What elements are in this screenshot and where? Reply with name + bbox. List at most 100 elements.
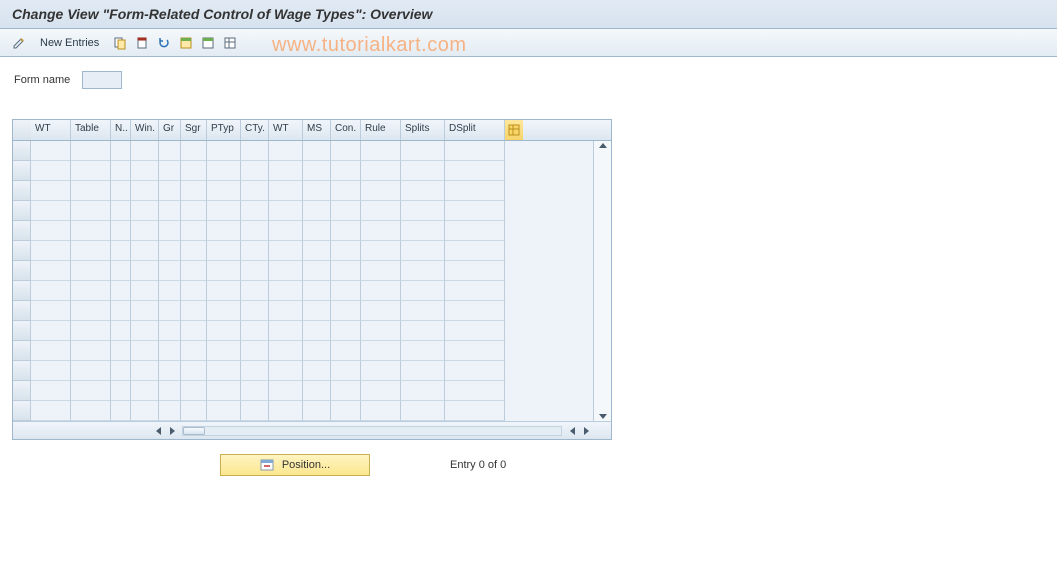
row-selector[interactable] [13,181,31,201]
cell[interactable] [31,181,71,201]
cell[interactable] [31,361,71,381]
cell[interactable] [131,161,159,181]
table-row[interactable] [13,141,593,161]
col-header-ptyp[interactable]: PTyp [207,120,241,140]
cell[interactable] [303,201,331,221]
copy-icon[interactable] [111,34,129,52]
cell[interactable] [445,181,505,201]
row-selector[interactable] [13,361,31,381]
cell[interactable] [269,221,303,241]
cell[interactable] [31,261,71,281]
cell[interactable] [445,261,505,281]
scroll-right-icon[interactable] [166,425,178,437]
table-settings-icon[interactable] [221,34,239,52]
cell[interactable] [401,261,445,281]
cell[interactable] [207,141,241,161]
cell[interactable] [401,361,445,381]
cell[interactable] [241,261,269,281]
cell[interactable] [131,261,159,281]
cell[interactable] [241,341,269,361]
select-all-header[interactable] [13,120,31,140]
cell[interactable] [401,321,445,341]
col-header-rule[interactable]: Rule [361,120,401,140]
cell[interactable] [303,301,331,321]
cell[interactable] [361,361,401,381]
cell[interactable] [131,361,159,381]
cell[interactable] [361,241,401,261]
cell[interactable] [401,401,445,421]
col-header-splits[interactable]: Splits [401,120,445,140]
cell[interactable] [445,301,505,321]
table-row[interactable] [13,161,593,181]
select-all-icon[interactable] [177,34,195,52]
cell[interactable] [111,321,131,341]
cell[interactable] [71,181,111,201]
cell[interactable] [131,341,159,361]
cell[interactable] [207,221,241,241]
scroll-left-icon[interactable] [152,425,164,437]
cell[interactable] [269,341,303,361]
table-row[interactable] [13,241,593,261]
cell[interactable] [361,201,401,221]
cell[interactable] [31,141,71,161]
scroll-down-icon[interactable] [599,414,607,419]
cell[interactable] [331,261,361,281]
cell[interactable] [241,161,269,181]
cell[interactable] [159,141,181,161]
cell[interactable] [303,261,331,281]
table-row[interactable] [13,261,593,281]
undo-icon[interactable] [155,34,173,52]
cell[interactable] [71,201,111,221]
cell[interactable] [361,261,401,281]
cell[interactable] [159,281,181,301]
cell[interactable] [303,361,331,381]
row-selector[interactable] [13,221,31,241]
table-row[interactable] [13,381,593,401]
cell[interactable] [71,321,111,341]
cell[interactable] [159,241,181,261]
cell[interactable] [71,341,111,361]
cell[interactable] [181,221,207,241]
cell[interactable] [111,301,131,321]
cell[interactable] [31,221,71,241]
cell[interactable] [181,281,207,301]
cell[interactable] [131,141,159,161]
cell[interactable] [131,241,159,261]
vertical-scrollbar[interactable] [593,141,611,421]
cell[interactable] [159,361,181,381]
form-name-field[interactable] [82,71,122,89]
cell[interactable] [71,281,111,301]
cell[interactable] [303,401,331,421]
cell[interactable] [111,401,131,421]
cell[interactable] [111,201,131,221]
cell[interactable] [71,401,111,421]
cell[interactable] [331,161,361,181]
cell[interactable] [445,241,505,261]
cell[interactable] [241,381,269,401]
cell[interactable] [181,381,207,401]
cell[interactable] [71,261,111,281]
cell[interactable] [269,361,303,381]
cell[interactable] [181,361,207,381]
cell[interactable] [31,321,71,341]
row-selector[interactable] [13,241,31,261]
cell[interactable] [71,381,111,401]
cell[interactable] [159,181,181,201]
row-selector[interactable] [13,321,31,341]
cell[interactable] [159,221,181,241]
cell[interactable] [207,401,241,421]
cell[interactable] [207,321,241,341]
cell[interactable] [159,321,181,341]
col-header-wt[interactable]: WT [31,120,71,140]
cell[interactable] [445,141,505,161]
cell[interactable] [111,221,131,241]
cell[interactable] [207,381,241,401]
cell[interactable] [207,161,241,181]
cell[interactable] [401,221,445,241]
cell[interactable] [111,161,131,181]
table-row[interactable] [13,321,593,341]
col-header-ms[interactable]: MS [303,120,331,140]
cell[interactable] [159,381,181,401]
scroll-right-end-icon[interactable] [580,425,592,437]
cell[interactable] [269,141,303,161]
